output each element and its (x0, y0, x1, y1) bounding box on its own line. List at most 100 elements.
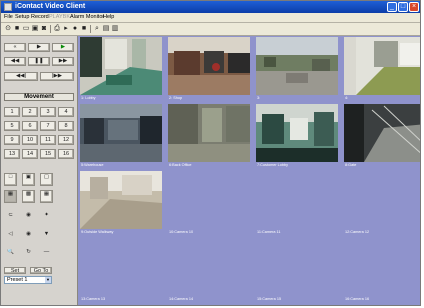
zoom-out-icon[interactable]: — (40, 249, 53, 262)
print-icon[interactable]: ⎙ (53, 25, 61, 33)
camera-tile-7[interactable]: 7:Customer Lobby (254, 103, 340, 170)
record-icon[interactable]: ● (71, 25, 79, 33)
camera-feed-3[interactable] (256, 37, 338, 95)
ptz-focus-button[interactable]: ✦ (40, 212, 53, 225)
skip-forward-button[interactable]: |▶▶ (40, 72, 74, 81)
menu-record[interactable]: Record (31, 14, 49, 20)
camera-tile-5[interactable]: 5:Warehouse (78, 103, 164, 170)
camera-tile-4[interactable]: 4: (342, 36, 420, 103)
disk-icon[interactable]: ◙ (40, 25, 48, 33)
rotate-icon[interactable]: ↻ (22, 249, 35, 262)
ptz-home-button[interactable]: ◉ (22, 231, 35, 244)
camera-feed-5[interactable] (80, 104, 162, 162)
layout-sixteen-button[interactable]: ▦ (4, 190, 17, 203)
menu-alarm-monitor[interactable]: Alarm Monitor (70, 14, 104, 20)
menu-bar: File Setup Record PLAYBK Alarm Monitor H… (1, 13, 420, 23)
camera-key-5[interactable]: 5 (4, 121, 20, 131)
display-icon[interactable]: ▥ (111, 25, 119, 33)
maximize-button[interactable]: □ (398, 2, 408, 12)
pause-button[interactable]: ❚❚ (28, 57, 50, 66)
camera-tile-14[interactable]: 14:Camera 14 (166, 237, 252, 304)
camera-feed-7[interactable] (256, 104, 338, 162)
ptz-center-button[interactable]: ◉ (22, 212, 35, 225)
camera-tile-15[interactable]: 15:Camera 15 (254, 237, 340, 304)
search-icon[interactable]: ⌕ (93, 25, 101, 33)
camera-label: 3: (257, 96, 261, 100)
layout-quad-button[interactable]: ▣ (22, 173, 35, 186)
zoom-icon[interactable]: 🔍 (4, 249, 17, 262)
camera-key-16[interactable]: 16 (58, 149, 74, 159)
layout-icon[interactable]: ▤ (102, 25, 110, 33)
layout-grid-button[interactable]: ▦ (40, 190, 53, 203)
play-button[interactable]: ▶ (52, 43, 74, 52)
camera-tile-16[interactable]: 16:Camera 16 (342, 237, 420, 304)
camera-key-6[interactable]: 6 (22, 121, 38, 131)
preset-select[interactable]: Preset 1 ▼ (4, 276, 52, 284)
camera-icon[interactable]: ■ (13, 25, 21, 33)
camera-tile-11[interactable]: 11:Camera 11 (254, 170, 340, 237)
camera-tile-8[interactable]: 8:Gate (342, 103, 420, 170)
skip-back-button[interactable]: ◀◀| (4, 72, 38, 81)
camera-key-12[interactable]: 12 (58, 135, 74, 145)
camera-label: 5:Warehouse (81, 163, 104, 167)
chevron-down-icon[interactable]: ▼ (45, 277, 51, 283)
layout-custom-button[interactable]: ▩ (22, 190, 35, 203)
camera-key-14[interactable]: 14 (22, 149, 38, 159)
camera-key-9[interactable]: 9 (4, 135, 20, 145)
camera-tile-1[interactable]: 1: Lobby (78, 36, 164, 103)
menu-help[interactable]: Help (103, 14, 114, 20)
camera-feed-6[interactable] (168, 104, 250, 162)
preset-select-value: Preset 1 (7, 277, 28, 283)
camera-label: 11:Camera 11 (257, 230, 281, 234)
preset-goto-button[interactable]: Go To (30, 267, 52, 274)
camera-key-2[interactable]: 2 (22, 107, 38, 117)
camera-tile-9[interactable]: 9:Outside Walkway (78, 170, 164, 237)
camera-feed-4[interactable] (344, 37, 420, 95)
camera-label: 2: Shop (169, 96, 183, 100)
camera-key-7[interactable]: 7 (40, 121, 56, 131)
fast-forward-button[interactable]: ▶▶ (52, 57, 74, 66)
layout-single-button[interactable]: □ (4, 173, 17, 186)
camera-key-4[interactable]: 4 (58, 107, 74, 117)
camera-key-10[interactable]: 10 (22, 135, 38, 145)
minimize-button[interactable]: _ (387, 2, 397, 12)
play-icon[interactable]: ▸ (62, 25, 70, 33)
menu-file[interactable]: File (4, 14, 13, 20)
step-button[interactable]: ▶ (28, 43, 50, 52)
rewind-start-button[interactable]: « (4, 43, 26, 52)
camera-tile-13[interactable]: 13:Camera 13 (78, 237, 164, 304)
menu-playback[interactable]: PLAYBK (49, 14, 70, 20)
camera-key-13[interactable]: 13 (4, 149, 20, 159)
ptz-tilt-down-button[interactable]: ▼ (40, 231, 53, 244)
movement-button[interactable]: Movement (4, 93, 74, 101)
open-icon[interactable]: ⊙ (4, 25, 12, 33)
camera-tile-2[interactable]: 2: Shop (166, 36, 252, 103)
camera-key-3[interactable]: 3 (40, 107, 56, 117)
save-icon[interactable]: ▣ (31, 25, 39, 33)
camera-feed-2[interactable] (168, 37, 250, 95)
monitor-icon[interactable]: ▭ (22, 25, 30, 33)
close-button[interactable]: × (409, 2, 419, 12)
camera-tile-12[interactable]: 12:Camera 12 (342, 170, 420, 237)
camera-tile-10[interactable]: 10:Camera 10 (166, 170, 252, 237)
camera-key-1[interactable]: 1 (4, 107, 20, 117)
ptz-pan-left-button[interactable]: ◁ (4, 231, 17, 244)
camera-tile-6[interactable]: 6:Back Office (166, 103, 252, 170)
camera-feed-9[interactable] (80, 171, 162, 229)
camera-key-8[interactable]: 8 (58, 121, 74, 131)
layout-nine-button[interactable]: ▢ (40, 173, 53, 186)
camera-feed-1[interactable] (80, 37, 162, 95)
menu-setup[interactable]: Setup (15, 14, 29, 20)
ptz-left-button[interactable]: ⊂ (4, 212, 17, 225)
toolbar-separator (50, 25, 51, 33)
preset-set-button[interactable]: Set (4, 267, 26, 274)
camera-label: 12:Camera 12 (345, 230, 370, 234)
camera-key-15[interactable]: 15 (40, 149, 56, 159)
camera-label: 16:Camera 16 (345, 297, 370, 301)
app-window: iContact Video Client _ □ × File Setup R… (0, 0, 421, 306)
camera-tile-3[interactable]: 3: (254, 36, 340, 103)
stop-icon[interactable]: ■ (80, 25, 88, 33)
camera-key-11[interactable]: 11 (40, 135, 56, 145)
fast-rewind-button[interactable]: ◀◀ (4, 57, 26, 66)
camera-feed-8[interactable] (344, 104, 420, 162)
